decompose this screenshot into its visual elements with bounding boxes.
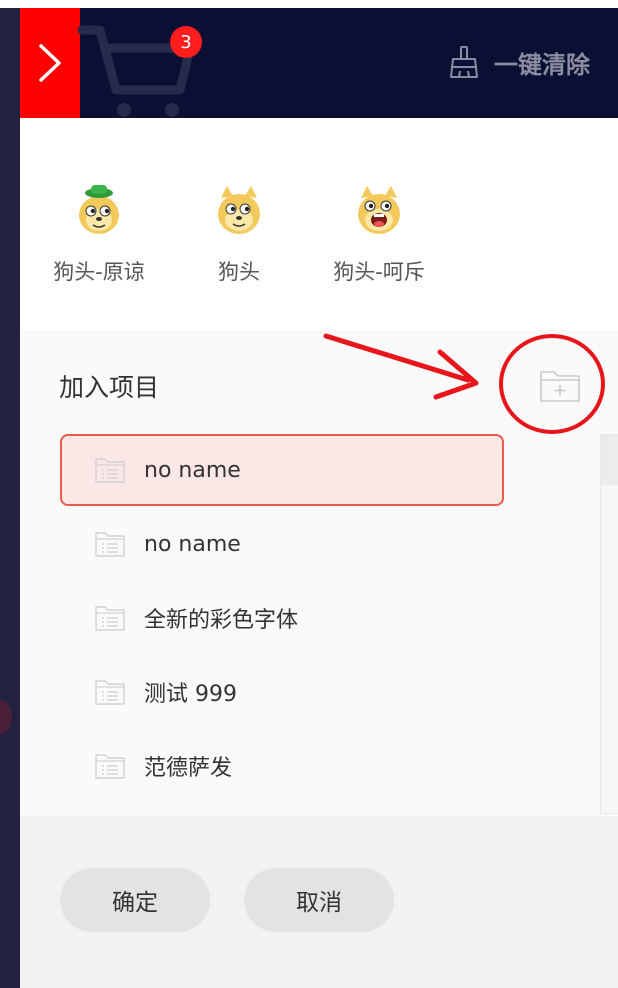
top-edge	[0, 0, 618, 8]
emoji-item-doge-forgive[interactable]: 狗头-原谅	[34, 184, 164, 286]
drawer-footer: 确定 取消	[20, 816, 618, 988]
clear-all-button[interactable]: 一键清除	[448, 42, 590, 82]
emoji-label: 狗头-呵斥	[333, 260, 425, 284]
folder-list-icon	[95, 606, 125, 631]
add-to-project-panel: 加入项目 no name no name 全新的彩色字体 测试 999 范德萨发	[20, 330, 618, 816]
emoji-selection: 狗头-原谅 狗头 狗头-呵斥	[20, 118, 618, 330]
background-badge	[0, 700, 12, 734]
project-label: 范德萨发	[144, 756, 233, 781]
folder-list-icon	[95, 532, 125, 557]
drawer-screen: 3 一键清除 狗头-原谅 狗头 狗头-呵斥 加入项目 no name no na…	[0, 0, 618, 988]
broom-icon	[450, 46, 478, 78]
clear-all-label: 一键清除	[494, 50, 590, 79]
panel-title: 加入项目	[59, 373, 160, 402]
project-label: no name	[144, 531, 241, 557]
scrollbar-thumb[interactable]	[601, 435, 618, 485]
project-list: no name no name 全新的彩色字体 测试 999 范德萨发	[60, 434, 504, 804]
project-label: no name	[144, 457, 241, 483]
project-list-item[interactable]: 测试 999	[60, 656, 504, 728]
confirm-button[interactable]: 确定	[60, 868, 210, 932]
emoji-item-doge[interactable]: 狗头	[174, 184, 304, 286]
project-list-item[interactable]: 范德萨发	[60, 730, 504, 802]
project-list-item[interactable]: no name	[60, 508, 504, 580]
folder-list-icon	[95, 754, 125, 779]
project-list-item[interactable]: 全新的彩色字体	[60, 582, 504, 654]
emoji-label: 狗头-原谅	[53, 260, 145, 284]
cart-count-badge: 3	[170, 26, 202, 58]
emoji-item-doge-scold[interactable]: 狗头-呵斥	[314, 184, 444, 286]
project-list-item[interactable]: no name	[60, 434, 504, 506]
doge-green-hat-icon	[79, 185, 119, 234]
doge-icon	[218, 186, 260, 234]
drawer-header: 3 一键清除	[20, 8, 618, 118]
project-label: 全新的彩色字体	[144, 608, 299, 633]
doge-shouting-icon	[358, 186, 400, 234]
collapse-drawer-button[interactable]	[20, 8, 80, 118]
project-list-scrollbar[interactable]	[600, 434, 618, 814]
folder-list-icon	[95, 680, 125, 705]
add-folder-icon	[540, 371, 580, 402]
folder-list-icon	[95, 458, 125, 483]
cancel-button[interactable]: 取消	[244, 868, 394, 932]
project-label: 测试 999	[144, 682, 237, 707]
chevron-right-icon	[39, 44, 61, 82]
background-page-strip	[0, 0, 20, 988]
add-folder-button[interactable]	[538, 366, 582, 404]
emoji-label: 狗头	[218, 260, 260, 284]
